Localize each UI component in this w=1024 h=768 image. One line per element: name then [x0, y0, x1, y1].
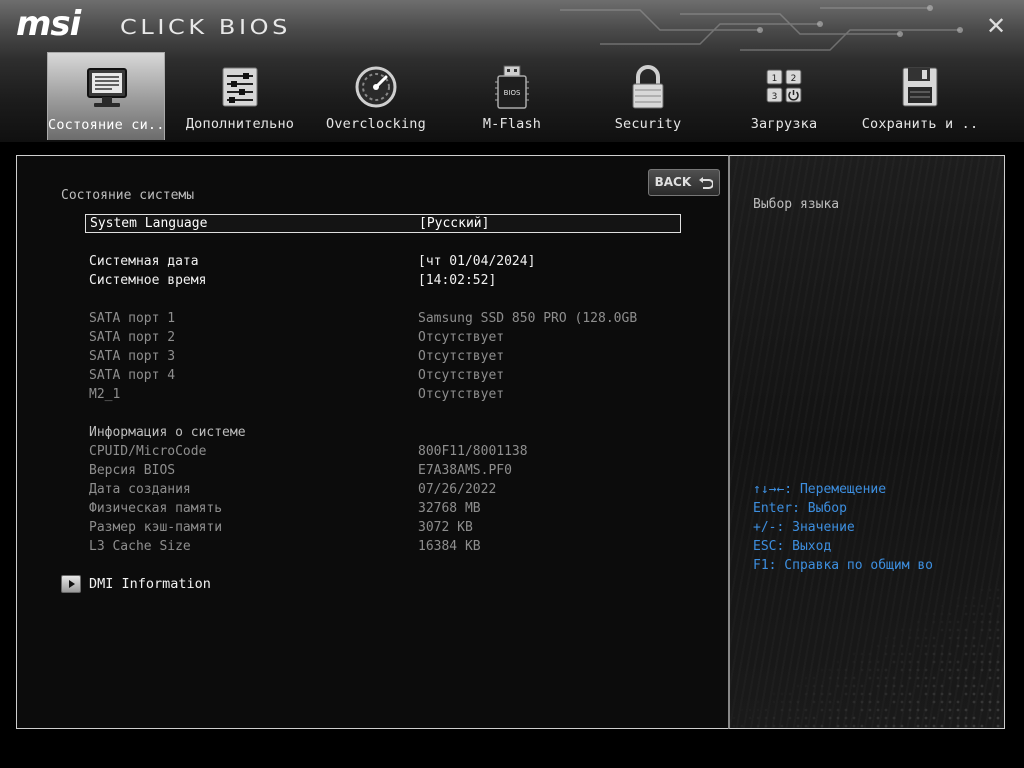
sliders-icon	[222, 67, 258, 107]
info-value: Отсутствует	[418, 349, 505, 364]
submenu-arrow-icon	[61, 575, 81, 593]
key-hint-enter: Enter: Выбор	[753, 501, 847, 516]
info-value: 800F11/8001138	[418, 444, 528, 459]
info-m2-1: M2_1 Отсутствует	[85, 385, 681, 404]
click-bios-title: CLICK BIOS	[120, 15, 291, 39]
help-panel: Выбор языка ↑↓→←: Перемещение Enter: Выб…	[728, 155, 1005, 729]
tab-label: Состояние си..	[48, 117, 165, 133]
info-value: 16384 KB	[418, 539, 481, 554]
msi-logo: msi	[16, 4, 81, 44]
info-value: Отсутствует	[418, 330, 505, 345]
svg-text:1: 1	[772, 74, 778, 84]
setting-system-date[interactable]: Системная дата [чт 01/04/2024]	[85, 252, 681, 271]
info-label: SATA порт 1	[89, 311, 176, 326]
info-label: M2_1	[89, 387, 121, 402]
return-arrow-icon	[699, 176, 714, 189]
help-description: Выбор языка	[753, 197, 840, 212]
tab-boot[interactable]: 1 2 3 Загрузка	[725, 52, 843, 140]
monitor-icon	[87, 68, 127, 107]
key-hint-esc: ESC: Выход	[753, 539, 832, 554]
floppy-icon	[902, 67, 938, 107]
info-value: 07/26/2022	[418, 482, 497, 497]
tab-label: Загрузка	[750, 116, 818, 132]
tab-advanced[interactable]: Дополнительно	[181, 52, 299, 140]
info-sata-port-3: SATA порт 3 Отсутствует	[85, 347, 681, 366]
setting-value: [Русский]	[419, 216, 490, 231]
tab-security[interactable]: Security	[589, 52, 707, 140]
gauge-icon	[355, 66, 397, 108]
setting-system-language[interactable]: System Language [Русский]	[85, 214, 681, 233]
info-sata-port-2: SATA порт 2 Отсутствует	[85, 328, 681, 347]
dot-pattern-decoration	[732, 588, 1000, 728]
info-value: Samsung SSD 850 PRO (128.0GB	[418, 311, 638, 326]
info-label: L3 Cache Size	[89, 539, 191, 554]
info-value: 3072 KB	[418, 520, 473, 535]
svg-text:2: 2	[791, 74, 797, 84]
setting-label: Системное время	[89, 273, 207, 288]
info-value: 32768 MB	[418, 501, 481, 516]
tab-label: Дополнительно	[185, 116, 295, 132]
info-label: CPUID/MicroCode	[89, 444, 207, 459]
tab-m-flash[interactable]: BIOS M-Flash	[453, 52, 571, 140]
tab-system-status[interactable]: Состояние си..	[47, 52, 165, 140]
info-value: Отсутствует	[418, 387, 505, 402]
tab-save-exit[interactable]: Сохранить и ..	[861, 52, 979, 140]
tab-label: Overclocking	[326, 116, 426, 132]
dmi-information-submenu[interactable]: DMI Information	[61, 573, 281, 595]
setting-system-time[interactable]: Системное время [14:02:52]	[85, 271, 681, 290]
key-hint-navigate: ↑↓→←: Перемещение	[753, 482, 887, 497]
setting-value: [14:02:52]	[418, 273, 497, 288]
info-label: SATA порт 2	[89, 330, 176, 345]
info-label: Версия BIOS	[89, 463, 176, 478]
svg-text:3: 3	[772, 92, 778, 102]
back-label: BACK	[654, 175, 692, 189]
info-l3-cache: L3 Cache Size 16384 KB	[85, 537, 681, 556]
info-label: Дата создания	[89, 482, 191, 497]
tab-label: Сохранить и ..	[861, 116, 979, 132]
padlock-icon	[632, 65, 664, 109]
info-sata-port-1: SATA порт 1 Samsung SSD 850 PRO (128.0GB	[85, 309, 681, 328]
tab-overclocking[interactable]: Overclocking	[317, 52, 435, 140]
info-value: E7A38AMS.PF0	[418, 463, 512, 478]
back-button[interactable]: BACK	[648, 169, 720, 196]
key-hint-value: +/-: Значение	[753, 520, 855, 535]
top-banner: msi CLICK BIOS ✕ Состояние си.. Дополнит…	[0, 0, 1024, 142]
info-sata-port-4: SATA порт 4 Отсутствует	[85, 366, 681, 385]
submenu-label: DMI Information	[89, 576, 211, 592]
info-label: SATA порт 3	[89, 349, 176, 364]
tab-label: Security	[614, 116, 682, 132]
info-bios-version: Версия BIOS E7A38AMS.PF0	[85, 461, 681, 480]
system-info-header: Информация о системе	[85, 423, 681, 442]
setting-value: [чт 01/04/2024]	[418, 254, 536, 269]
tab-label: M-Flash	[482, 116, 542, 132]
info-value: Отсутствует	[418, 368, 505, 383]
boot-icon: 1 2 3	[766, 69, 802, 103]
key-hint-f1: F1: Справка по общим во	[753, 558, 934, 573]
key-legend: ↑↓→←: Перемещение Enter: Выбор +/-: Знач…	[753, 480, 933, 575]
setting-label: Системная дата	[89, 254, 199, 269]
group-heading: Информация о системе	[89, 425, 246, 440]
section-title: Состояние системы	[61, 188, 195, 203]
info-physical-memory: Физическая память 32768 MB	[85, 499, 681, 518]
info-cache-size: Размер кэш-памяти 3072 KB	[85, 518, 681, 537]
info-build-date: Дата создания 07/26/2022	[85, 480, 681, 499]
info-label: Физическая память	[89, 501, 223, 516]
settings-panel: Состояние системы BACK System Language […	[16, 155, 728, 729]
usb-bios-icon: BIOS	[495, 65, 529, 109]
info-label: Размер кэш-памяти	[89, 520, 223, 535]
close-button[interactable]: ✕	[982, 12, 1010, 40]
info-label: SATA порт 4	[89, 368, 176, 383]
setting-label: System Language	[90, 216, 208, 231]
svg-text:BIOS: BIOS	[504, 89, 521, 97]
info-cpuid: CPUID/MicroCode 800F11/8001138	[85, 442, 681, 461]
